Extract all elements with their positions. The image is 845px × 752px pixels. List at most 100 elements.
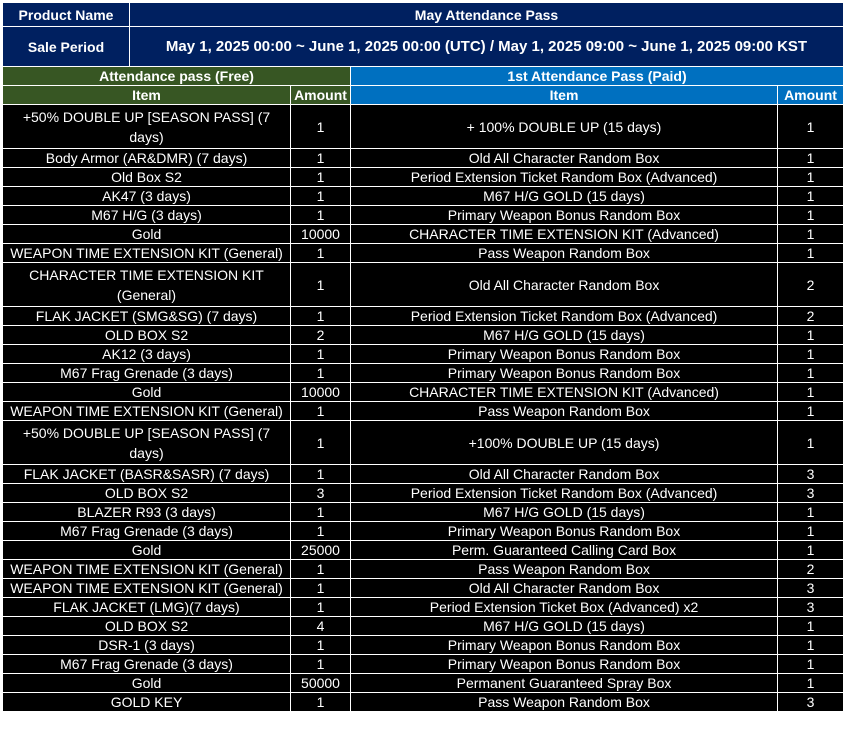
paid-item-cell: Primary Weapon Bonus Random Box bbox=[350, 363, 779, 383]
reward-row: GOLD KEY 1 Pass Weapon Random Box 3 bbox=[2, 692, 845, 712]
free-amount-cell: 1 bbox=[289, 401, 352, 421]
paid-amount-cell: 1 bbox=[777, 325, 845, 345]
paid-amount-cell: 3 bbox=[777, 483, 845, 503]
free-amount-cell: 1 bbox=[289, 502, 352, 522]
reward-row: M67 Frag Grenade (3 days) 1 Primary Weapon… bbox=[2, 521, 845, 541]
free-item-cell: OLD BOX S2 bbox=[2, 616, 291, 636]
paid-item-cell: +100% DOUBLE UP (15 days) bbox=[350, 420, 779, 465]
free-amount-cell: 1 bbox=[289, 692, 352, 712]
sale-period-row: Sale Period May 1, 2025 00:00 ~ June 1, … bbox=[2, 26, 844, 68]
paid-amount-cell: 3 bbox=[777, 597, 845, 617]
reward-row: WEAPON TIME EXTENSION KIT (General) 1 Pass… bbox=[2, 401, 845, 421]
paid-pass-title: 1st Attendance Pass (Paid) bbox=[350, 66, 845, 86]
free-item-header: Item bbox=[2, 85, 291, 105]
free-amount-cell: 1 bbox=[289, 363, 352, 383]
reward-row: AK47 (3 days) 1 M67 H/G GOLD (15 days) 1 bbox=[2, 186, 845, 206]
paid-item-cell: Old All Character Random Box bbox=[350, 464, 779, 484]
reward-row: Gold 10000 CHARACTER TIME EXTENSION KIT (A… bbox=[2, 224, 845, 244]
paid-amount-cell: 1 bbox=[777, 382, 845, 402]
paid-amount-cell: 1 bbox=[777, 224, 845, 244]
reward-row: Gold 10000 CHARACTER TIME EXTENSION KIT (A… bbox=[2, 382, 845, 402]
free-item-cell: Gold bbox=[2, 540, 291, 560]
free-item-cell: M67 Frag Grenade (3 days) bbox=[2, 521, 291, 541]
free-amount-cell: 1 bbox=[289, 344, 352, 364]
free-amount-cell: 10000 bbox=[289, 382, 352, 402]
reward-row: +50% DOUBLE UP [SEASON PASS] (7 days) 1 +1… bbox=[2, 420, 845, 465]
free-item-cell: OLD BOX S2 bbox=[2, 483, 291, 503]
product-name-label: Product Name bbox=[2, 2, 130, 27]
paid-item-cell: Period Extension Ticket Box (Advanced) x… bbox=[350, 597, 779, 617]
free-amount-header: Amount bbox=[289, 85, 352, 105]
paid-amount-cell: 1 bbox=[777, 420, 845, 465]
paid-amount-cell: 3 bbox=[777, 692, 845, 712]
paid-item-cell: M67 H/G GOLD (15 days) bbox=[350, 616, 779, 636]
paid-item-cell: CHARACTER TIME EXTENSION KIT (Advanced) bbox=[350, 382, 779, 402]
paid-amount-cell: 1 bbox=[777, 635, 845, 655]
column-header-row: Item Amount Item Amount bbox=[2, 85, 845, 105]
paid-item-cell: Primary Weapon Bonus Random Box bbox=[350, 205, 779, 225]
free-item-cell: GOLD KEY bbox=[2, 692, 291, 712]
free-item-cell: WEAPON TIME EXTENSION KIT (General) bbox=[2, 401, 291, 421]
free-item-cell: WEAPON TIME EXTENSION KIT (General) bbox=[2, 559, 291, 579]
paid-item-cell: M67 H/G GOLD (15 days) bbox=[350, 325, 779, 345]
free-amount-cell: 1 bbox=[289, 148, 352, 168]
reward-row: FLAK JACKET (SMG&SG) (7 days) 1 Period Ext… bbox=[2, 306, 845, 326]
paid-amount-cell: 1 bbox=[777, 167, 845, 187]
paid-amount-header: Amount bbox=[777, 85, 845, 105]
free-item-cell: Old Box S2 bbox=[2, 167, 291, 187]
product-info-table: Product Name May Attendance Pass Sale Pe… bbox=[2, 2, 844, 68]
paid-amount-cell: 1 bbox=[777, 344, 845, 364]
reward-row: OLD BOX S2 2 M67 H/G GOLD (15 days) 1 bbox=[2, 325, 845, 345]
paid-item-cell: Primary Weapon Bonus Random Box bbox=[350, 635, 779, 655]
free-item-cell: FLAK JACKET (LMG)(7 days) bbox=[2, 597, 291, 617]
paid-amount-cell: 1 bbox=[777, 148, 845, 168]
free-item-cell: Body Armor (AR&DMR) (7 days) bbox=[2, 148, 291, 168]
paid-item-cell: Old All Character Random Box bbox=[350, 148, 779, 168]
reward-row: WEAPON TIME EXTENSION KIT (General) 1 Old … bbox=[2, 578, 845, 598]
free-amount-cell: 4 bbox=[289, 616, 352, 636]
paid-amount-cell: 1 bbox=[777, 616, 845, 636]
paid-item-cell: Primary Weapon Bonus Random Box bbox=[350, 344, 779, 364]
free-item-cell: Gold bbox=[2, 382, 291, 402]
paid-item-cell: Primary Weapon Bonus Random Box bbox=[350, 654, 779, 674]
reward-row: WEAPON TIME EXTENSION KIT (General) 1 Pass… bbox=[2, 243, 845, 263]
reward-row: FLAK JACKET (LMG)(7 days) 1 Period Extensi… bbox=[2, 597, 845, 617]
free-amount-cell: 2 bbox=[289, 325, 352, 345]
free-item-cell: Gold bbox=[2, 224, 291, 244]
sale-period-value: May 1, 2025 00:00 ~ June 1, 2025 00:00 (… bbox=[129, 26, 844, 68]
paid-amount-cell: 1 bbox=[777, 104, 845, 149]
paid-item-cell: Pass Weapon Random Box bbox=[350, 559, 779, 579]
reward-row: M67 Frag Grenade (3 days) 1 Primary Weapon… bbox=[2, 654, 845, 674]
free-amount-cell: 1 bbox=[289, 104, 352, 149]
free-item-cell: M67 Frag Grenade (3 days) bbox=[2, 363, 291, 383]
reward-row: Old Box S2 1 Period Extension Ticket Rando… bbox=[2, 167, 845, 187]
paid-item-cell: Old All Character Random Box bbox=[350, 578, 779, 598]
paid-item-cell: Permanent Guaranteed Spray Box bbox=[350, 673, 779, 693]
paid-amount-cell: 1 bbox=[777, 540, 845, 560]
free-item-cell: WEAPON TIME EXTENSION KIT (General) bbox=[2, 243, 291, 263]
paid-item-cell: Pass Weapon Random Box bbox=[350, 401, 779, 421]
free-amount-cell: 10000 bbox=[289, 224, 352, 244]
product-name-value: May Attendance Pass bbox=[129, 2, 844, 27]
reward-row: M67 H/G (3 days) 1 Primary Weapon Bonus Ra… bbox=[2, 205, 845, 225]
free-amount-cell: 25000 bbox=[289, 540, 352, 560]
reward-row: OLD BOX S2 3 Period Extension Ticket Rando… bbox=[2, 483, 845, 503]
free-item-cell: DSR-1 (3 days) bbox=[2, 635, 291, 655]
reward-row: DSR-1 (3 days) 1 Primary Weapon Bonus Rand… bbox=[2, 635, 845, 655]
free-amount-cell: 1 bbox=[289, 186, 352, 206]
reward-row: WEAPON TIME EXTENSION KIT (General) 1 Pass… bbox=[2, 559, 845, 579]
pass-title-row: Attendance pass (Free) 1st Attendance Pa… bbox=[1, 66, 845, 86]
free-amount-cell: 1 bbox=[289, 635, 352, 655]
paid-item-cell: M67 H/G GOLD (15 days) bbox=[350, 186, 779, 206]
free-amount-cell: 1 bbox=[289, 578, 352, 598]
free-item-cell: +50% DOUBLE UP [SEASON PASS] (7 days) bbox=[2, 420, 291, 465]
free-amount-cell: 1 bbox=[289, 559, 352, 579]
paid-amount-cell: 2 bbox=[777, 306, 845, 326]
paid-item-header: Item bbox=[350, 85, 779, 105]
paid-amount-cell: 1 bbox=[777, 401, 845, 421]
free-item-cell: WEAPON TIME EXTENSION KIT (General) bbox=[2, 578, 291, 598]
free-amount-cell: 1 bbox=[289, 420, 352, 465]
paid-item-cell: Primary Weapon Bonus Random Box bbox=[350, 521, 779, 541]
free-item-cell: BLAZER R93 (3 days) bbox=[2, 502, 291, 522]
paid-item-cell: Period Extension Ticket Random Box (Adva… bbox=[350, 167, 779, 187]
